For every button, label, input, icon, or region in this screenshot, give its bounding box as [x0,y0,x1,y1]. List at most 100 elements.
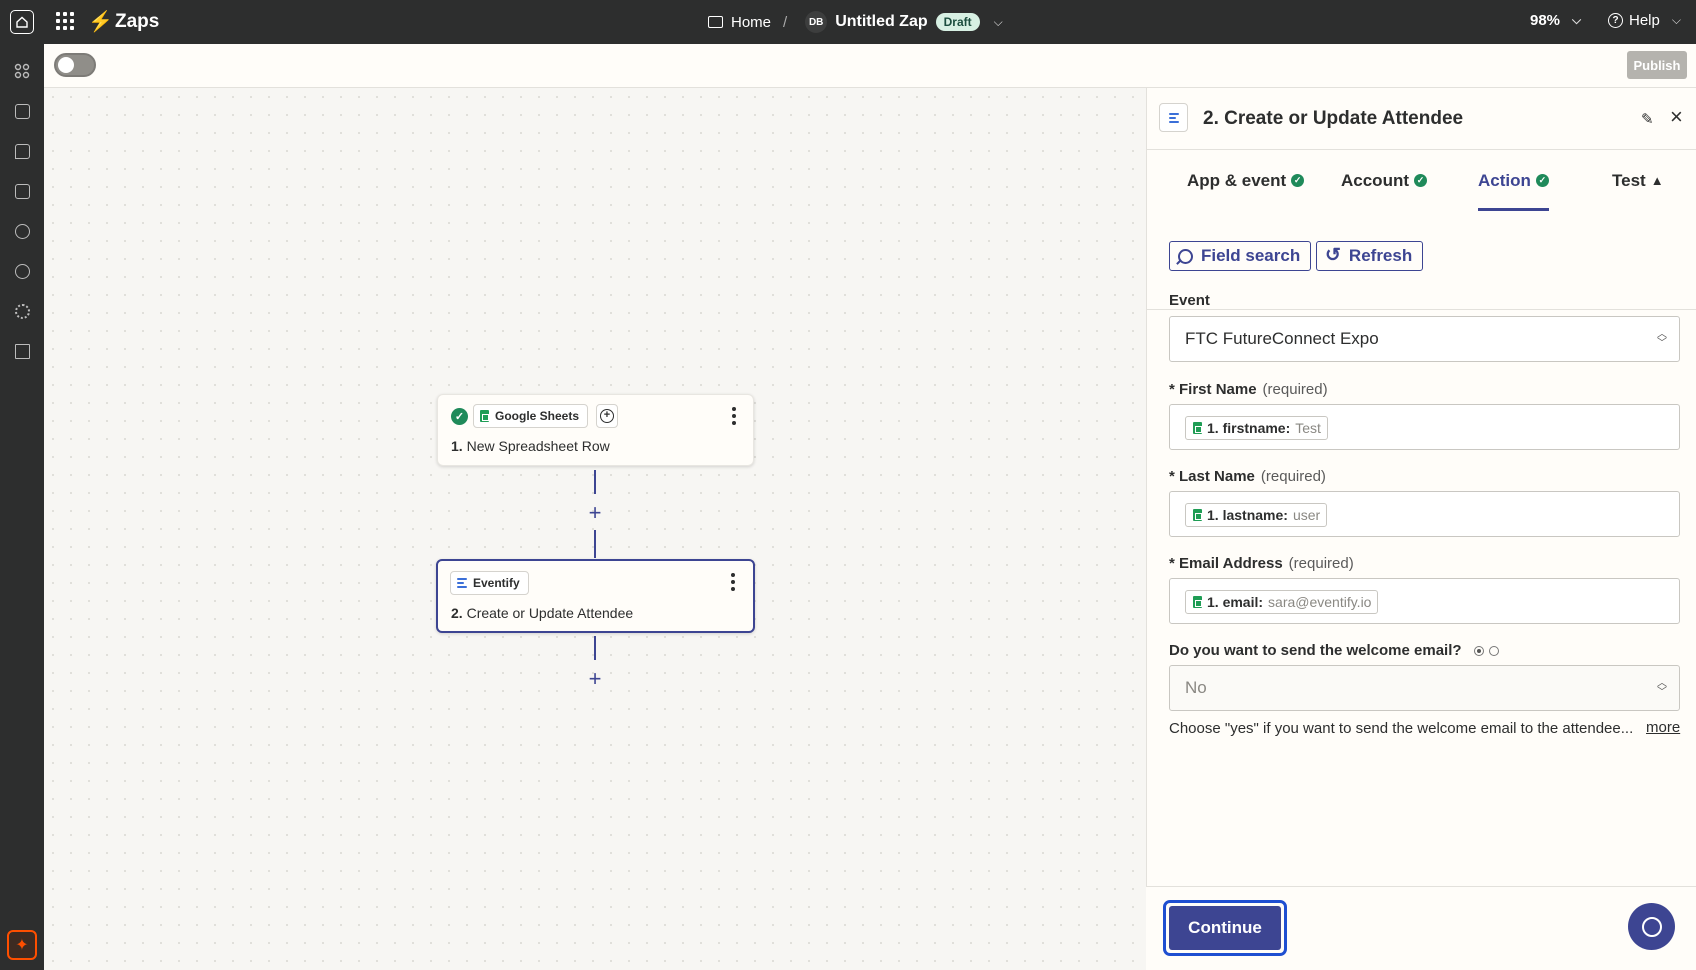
close-icon[interactable]: × [1670,104,1683,130]
radio-icon[interactable] [1473,646,1484,657]
step-label: Create or Update Attendee [466,605,634,621]
continue-button[interactable]: Continue [1163,900,1287,956]
first-name-field[interactable]: 1. firstname: Test [1169,404,1680,450]
eventify-icon [457,578,467,588]
select-arrows-icon: ︿ ﹀ [1657,329,1667,349]
input-mode-toggle[interactable] [1473,646,1499,657]
help-label: Help [1629,12,1660,29]
tab-label: App & event [1187,170,1287,190]
last-name-label-text: Last Name [1179,468,1255,485]
breadcrumb-home[interactable]: Home [731,14,771,31]
tab-label: Account [1341,170,1409,190]
ai-assistant-icon[interactable]: ✦ [7,930,37,960]
welcome-email-help: Choose "yes" if you want to send the wel… [1169,720,1634,737]
step-card-action[interactable]: Eventify 2. Create or Update Attendee [436,559,755,633]
apps-icon[interactable] [13,62,31,80]
help-button[interactable]: ? Help ⌵ [1608,12,1681,29]
refresh-button[interactable]: ↺ Refresh [1316,241,1424,271]
add-step-icon[interactable]: + [586,668,604,690]
radio-icon[interactable] [1488,646,1499,657]
event-label-text: Event [1169,292,1210,309]
connector-line [594,470,596,494]
warning-icon: ▲ [1650,173,1664,188]
mapped-field-pill[interactable]: 1. firstname: Test [1185,416,1328,440]
first-name-label: * First Name (required) [1169,381,1328,398]
continue-label: Continue [1169,906,1281,950]
zoom-control[interactable]: 98% ⌵ [1530,12,1581,29]
pill-key: 1. firstname: [1207,420,1291,436]
support-chat-icon[interactable] [1628,903,1675,950]
pencil-icon[interactable]: ✎ [1641,110,1654,128]
avatar: DB [805,11,828,33]
refresh-label: Refresh [1348,246,1413,265]
settings-icon[interactable] [13,302,31,320]
welcome-email-value: No [1185,678,1207,697]
welcome-email-label: Do you want to send the welcome email? [1169,642,1499,659]
tab-account[interactable]: Account ✓ [1341,150,1427,211]
app-title[interactable]: Zaps [115,11,159,33]
select-arrows-icon: ︿ ﹀ [1657,678,1667,698]
welcome-email-select[interactable]: No ︿ ﹀ [1169,665,1680,711]
event-label: Event [1169,292,1210,309]
chat-icon[interactable] [13,142,31,160]
tab-app-event[interactable]: App & event ✓ [1187,150,1305,211]
email-field[interactable]: 1. email: sara@eventify.io [1169,578,1680,624]
tabs-divider [1147,309,1696,310]
field-search-button[interactable]: Field search [1169,241,1312,271]
zap-file-icon[interactable] [13,102,31,120]
left-rail: ✦ [0,44,44,970]
breadcrumb-separator: / [783,13,788,31]
mapped-field-pill[interactable]: 1. lastname: user [1185,503,1328,527]
app-grid-icon[interactable] [56,12,74,30]
step-card-trigger[interactable]: ✓ Google Sheets + 1. New Spreadsheet Row [437,394,754,466]
required-note: (required) [1288,555,1354,572]
email-label: * Email Address (required) [1169,555,1354,572]
connector-line [594,530,596,558]
app-name: Eventify [473,576,520,590]
zap-bolt-icon: ⚡ [88,11,113,33]
tables-icon[interactable] [13,342,31,360]
zap-canvas[interactable]: ✓ Google Sheets + 1. New Spreadsheet Row… [44,88,1146,970]
check-icon: ✓ [1414,174,1427,187]
chevron-down-icon: ⌵ [1572,13,1582,27]
step-label: New Spreadsheet Row [466,438,610,454]
tab-label: Test [1612,170,1646,190]
add-step-icon[interactable]: + [586,502,604,524]
chevron-down-icon: ⌵ [1671,13,1681,27]
pill-value: user [1292,507,1321,523]
tab-test[interactable]: Test ▲ [1612,150,1664,211]
eventify-icon [1159,103,1188,132]
calendar-icon[interactable] [13,182,31,200]
google-sheets-icon [1193,596,1202,608]
app-chip: Eventify [450,571,529,595]
pill-value: Test [1295,420,1321,436]
mapped-field-pill[interactable]: 1. email: sara@eventify.io [1185,590,1379,614]
tab-action[interactable]: Action ✓ [1478,150,1549,211]
zap-toggle[interactable] [54,53,96,77]
app-name: Google Sheets [495,409,580,423]
publish-button[interactable]: Publish [1627,51,1687,79]
pill-key: 1. lastname: [1207,507,1288,523]
home-icon[interactable] [10,10,34,34]
history-icon[interactable] [13,222,31,240]
check-icon: ✓ [1291,174,1305,187]
step-number: 2. [451,605,463,621]
last-name-label: * Last Name (required) [1169,468,1326,485]
more-options-icon[interactable] [730,573,736,591]
chevron-down-icon[interactable]: ⌵ [994,15,1003,30]
last-name-field[interactable]: 1. lastname: user [1169,491,1680,537]
google-sheets-icon [1193,422,1202,434]
folder-icon [708,16,723,28]
top-bar: ⚡ Zaps Home / DB Untitled Zap Draft ⌵ 98… [0,0,1696,44]
welcome-email-label-text: Do you want to send the welcome email? [1169,642,1462,659]
google-sheets-icon [1193,509,1202,521]
zap-name[interactable]: Untitled Zap [835,13,927,31]
activity-icon[interactable] [13,262,31,280]
more-options-icon[interactable] [731,407,737,425]
event-select[interactable]: FTC FutureConnect Expo ︿ ﹀ [1169,316,1680,362]
connector-line [594,636,596,660]
add-circle-icon[interactable]: + [596,404,618,428]
pill-value: sara@eventify.io [1268,594,1372,610]
status-badge: Draft [935,13,980,31]
more-link[interactable]: more [1646,719,1680,736]
